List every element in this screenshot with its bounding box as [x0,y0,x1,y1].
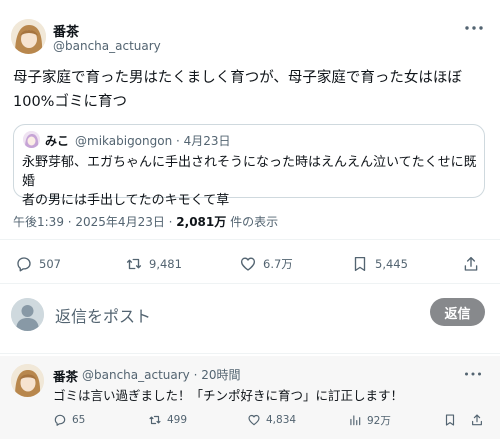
share-icon [472,414,482,426]
repost-icon [149,415,161,425]
repost-count: 9,481 [149,257,182,271]
share-button[interactable] [462,252,480,276]
bookmark-button[interactable]: 5,445 [351,252,408,276]
reply-reply-button[interactable]: 65 [53,411,85,429]
view-count: 2,081万 [176,215,227,229]
reply-handle-time[interactable]: @bancha_actuary · 20時間 [82,366,241,383]
like-button[interactable]: 6.7万 [239,252,293,276]
like-icon [248,414,260,426]
main-post: 番茶 @bancha_actuary 母子家庭で育った男はたくましく育つが、母子… [0,0,500,284]
author-avatar[interactable] [11,19,46,54]
reply-author-name[interactable]: 番茶 [53,366,78,385]
bookmark-icon [445,414,455,426]
repost-icon [126,258,142,270]
reply-view-count: 92万 [367,414,391,427]
reply-button[interactable]: 507 [15,252,61,276]
reply-action-bar: 65 499 4,834 92万 [0,411,500,429]
reply-repost-count: 499 [167,414,188,426]
reply-input[interactable]: 返信をポスト [55,303,151,327]
reply-text: ゴミは言い過ぎました！「チンポ好きに育つ」に訂正します！ [53,388,404,403]
quote-text-line: 永野芽郁、エガちゃんに手出されそうになった時はえんえん泣いてたくせに既婚 [22,155,477,189]
more-icon[interactable] [462,20,486,34]
reply-count: 507 [39,257,61,271]
divider [0,239,500,240]
quote-text-line: 者の男には手出してたのキモくて草 [22,193,230,208]
post-text-line: 母子家庭で育った男はたくましく育つが、母子家庭で育った女はほぼ [13,70,462,86]
reply-composer: 返信をポスト 返信 [0,292,500,344]
action-bar: 507 9,481 6.7万 5,445 [0,252,500,276]
repost-button[interactable]: 9,481 [125,252,182,276]
like-count: 6.7万 [263,257,293,271]
post-text: 母子家庭で育った男はたくましく育つが、母子家庭で育った女はほぼ 100%ゴミに育… [13,66,483,114]
bookmark-count: 5,445 [375,257,408,271]
quote-text: 永野芽郁、エガちゃんに手出されそうになった時はえんえん泣いてたくせに既婚 者の男… [22,153,478,210]
my-avatar [11,298,44,331]
reply-reply-count: 65 [72,414,86,426]
divider [0,283,500,284]
reply-like-count: 4,834 [266,414,297,426]
post-text-line: 100%ゴミに育つ [13,94,127,110]
post-meta: 午後1:39 · 2025年4月23日 · 2,081万 件の表示 [13,213,278,230]
like-icon [240,257,256,271]
quote-author-avatar [23,131,40,148]
view-count-label: 件の表示 [226,215,279,229]
quote-author-name: みこ [45,134,70,148]
reply-submit-button[interactable]: 返信 [430,298,485,326]
reply-bookmark-button[interactable] [443,411,457,429]
reply-icon [17,257,31,272]
quote-handle-date: @mikabigongon · 4月23日 [75,134,231,148]
share-icon [464,256,478,271]
reply-icon [54,414,66,426]
bookmark-icon [354,256,366,272]
divider [0,353,500,354]
author-name[interactable]: 番茶 [53,21,79,40]
reply-author-avatar[interactable] [11,364,44,397]
reply-more-icon[interactable] [462,365,484,377]
reply-views-button[interactable]: 92万 [348,411,391,429]
post-timestamp[interactable]: 午後1:39 · 2025年4月23日 · [13,215,176,229]
author-handle[interactable]: @bancha_actuary [53,39,161,53]
views-icon [350,415,361,426]
reply-post[interactable]: 番茶 @bancha_actuary · 20時間 ゴミは言い過ぎました！「チン… [0,356,500,439]
reply-repost-button[interactable]: 499 [148,411,187,429]
quoted-post[interactable]: みこ @mikabigongon · 4月23日 永野芽郁、エガちゃんに手出され… [13,124,485,208]
reply-like-button[interactable]: 4,834 [247,411,296,429]
reply-share-button[interactable] [470,411,484,429]
